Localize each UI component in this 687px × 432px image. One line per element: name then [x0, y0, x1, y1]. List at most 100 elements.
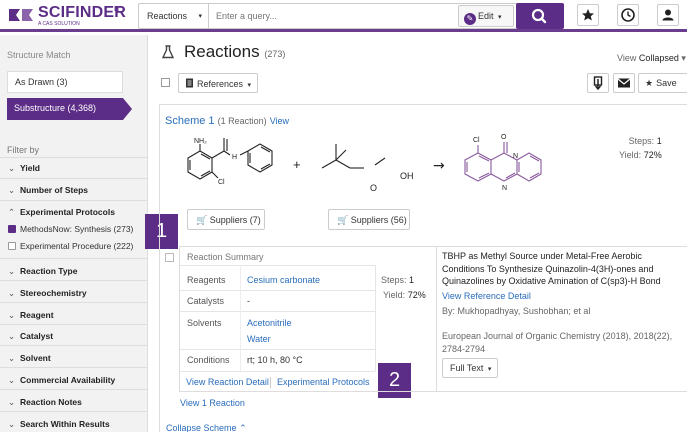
- filter-solvent[interactable]: ⌄ Solvent: [8, 353, 51, 364]
- view-mode-select[interactable]: View Collapsed ▾: [617, 53, 686, 64]
- search-input[interactable]: [210, 4, 456, 28]
- reference-title[interactable]: TBHP as Methyl Source under Metal-Free A…: [442, 250, 684, 288]
- save-button[interactable]: ★ Save: [638, 73, 687, 93]
- substructure-label: Substructure (4,368): [14, 103, 97, 113]
- suppliers-button-1[interactable]: 🛒 Suppliers (7): [187, 209, 265, 230]
- view-reference-detail-link[interactable]: View Reference Detail: [442, 291, 531, 301]
- scheme-yield-value: 72%: [643, 150, 662, 160]
- filter-search-within-results[interactable]: ⌄ Search Within Results: [8, 419, 110, 430]
- atom-nh: H: [232, 154, 237, 161]
- chevron-down-icon: ⌄: [8, 353, 16, 363]
- account-button[interactable]: [657, 4, 679, 26]
- full-text-button[interactable]: Full Text ▾: [442, 358, 498, 378]
- favorites-button[interactable]: [577, 4, 599, 26]
- divider: [270, 377, 271, 388]
- atom-cl: Cl: [218, 179, 225, 186]
- chevron-up-icon: ⌃: [239, 423, 247, 432]
- structure-match-title: Structure Match: [7, 50, 71, 60]
- filter-steps-label: Number of Steps: [20, 185, 89, 195]
- atom-cl: Cl: [473, 137, 480, 144]
- clock-icon: [621, 8, 635, 22]
- download-button[interactable]: [587, 73, 609, 93]
- divider: [375, 265, 376, 371]
- email-button[interactable]: [613, 73, 635, 93]
- reaction-checkbox[interactable]: [165, 253, 174, 262]
- reactant-1-structure[interactable]: NH₂ H Cl: [187, 138, 273, 186]
- view-one-reaction-link[interactable]: View 1 Reaction: [180, 398, 245, 408]
- filter-reaction-type-label: Reaction Type: [20, 266, 78, 276]
- history-button[interactable]: [617, 4, 639, 26]
- checked-box-icon: [8, 225, 16, 233]
- filter-commercial-label: Commercial Availability: [20, 375, 116, 385]
- search-button[interactable]: [516, 3, 564, 29]
- search-bar: Reactions ▾ ✎Edit ▾: [138, 3, 564, 29]
- divider: [0, 258, 148, 259]
- product-structure[interactable]: Cl O N N: [464, 134, 542, 192]
- atom-o: O: [370, 183, 377, 193]
- chevron-down-icon: ⌄: [8, 397, 16, 407]
- filter-yield-label: Yield: [20, 163, 40, 173]
- suppliers-label-2: Suppliers (56): [350, 215, 407, 225]
- chevron-down-icon: ▾: [487, 366, 492, 373]
- filter-reaction-type[interactable]: ⌄ Reaction Type: [8, 266, 77, 277]
- download-icon: [593, 76, 603, 91]
- references-label: References: [197, 79, 244, 89]
- protocol-methodsnow-label: MethodsNow: Synthesis (273): [20, 224, 134, 234]
- reaction-yield-value: 72%: [407, 290, 426, 300]
- protocol-experimental-label: Experimental Procedure (222): [20, 241, 134, 251]
- filter-yield[interactable]: ⌄ Yield: [8, 163, 40, 174]
- brand-superscript: n: [114, 3, 120, 13]
- scheme-title: Scheme 1 (1 Reaction) View: [165, 115, 289, 127]
- top-bar: SCIFINDER n A CAS SOLUTION Reactions ▾ ✎…: [0, 0, 687, 32]
- filter-catalyst[interactable]: ⌄ Catalyst: [8, 331, 53, 342]
- select-all-checkbox[interactable]: [161, 78, 170, 87]
- selected-arrow: [123, 98, 132, 120]
- filter-stereochemistry[interactable]: ⌄ Stereochemistry: [8, 288, 87, 299]
- collapse-scheme-link[interactable]: Collapse Scheme ⌃: [166, 423, 247, 432]
- filter-number-of-steps[interactable]: ⌄ Number of Steps: [8, 185, 88, 196]
- view-reaction-detail-link[interactable]: View Reaction Detail: [186, 377, 269, 387]
- substructure-option[interactable]: Substructure (4,368): [7, 98, 132, 120]
- cart-icon: 🛒: [196, 215, 208, 225]
- as-drawn-option[interactable]: As Drawn (3): [7, 71, 123, 93]
- atom-o: O: [501, 134, 507, 141]
- scheme-steps-label: Steps:: [628, 136, 655, 146]
- conditions-label: Conditions: [187, 355, 230, 365]
- experimental-protocols-link[interactable]: Experimental Protocols: [277, 377, 370, 387]
- edit-button[interactable]: ✎ Edit ▾: [458, 5, 514, 27]
- filter-commercial-availability[interactable]: ⌄ Commercial Availability: [8, 375, 115, 386]
- divider: [0, 389, 148, 390]
- chevron-down-icon: ▾: [198, 13, 202, 20]
- reactant-2-structure[interactable]: O OH: [321, 144, 414, 193]
- catalysts-label: Catalysts: [187, 296, 225, 306]
- scifinder-logo[interactable]: SCIFINDER n A CAS SOLUTION: [6, 3, 134, 27]
- protocol-experimental-checkbox[interactable]: Experimental Procedure (222): [8, 241, 133, 251]
- solvent-link-2[interactable]: Water: [247, 334, 271, 344]
- search-scope-select[interactable]: Reactions ▾: [139, 4, 209, 28]
- chevron-down-icon: ⌄: [8, 266, 16, 276]
- plus-sign: +: [293, 157, 301, 172]
- scheme-view-link[interactable]: View: [270, 116, 289, 126]
- divider: [180, 290, 375, 291]
- divider: [0, 367, 148, 368]
- reaction-scheme-diagram[interactable]: NH₂ H Cl + O OH → Cl O N N: [160, 128, 680, 208]
- references-button[interactable]: References ▾: [178, 73, 258, 93]
- filter-experimental-protocols[interactable]: ⌃ Experimental Protocols: [8, 207, 115, 218]
- divider: [180, 311, 375, 312]
- scheme-yield-label: Yield:: [619, 150, 642, 160]
- filter-reaction-notes[interactable]: ⌄ Reaction Notes: [8, 397, 82, 408]
- logo-mark-icon: [9, 9, 33, 21]
- user-icon: [662, 9, 674, 21]
- search-scope-label: Reactions: [147, 11, 188, 21]
- reagent-link[interactable]: Cesium carbonate: [247, 275, 320, 285]
- divider: [240, 265, 241, 371]
- reaction-steps-label: Steps:: [381, 275, 407, 285]
- atom-oh: OH: [400, 171, 414, 181]
- brand-name: SCIFINDER: [38, 4, 127, 21]
- divider: [0, 345, 148, 346]
- suppliers-button-2[interactable]: 🛒 Suppliers (56): [328, 209, 410, 230]
- protocol-methodsnow-checkbox[interactable]: MethodsNow: Synthesis (273): [8, 224, 133, 234]
- filter-reagent[interactable]: ⌄ Reagent: [8, 310, 54, 321]
- solvent-link-1[interactable]: Acetonitrile: [247, 318, 292, 328]
- filter-catalyst-label: Catalyst: [20, 331, 54, 341]
